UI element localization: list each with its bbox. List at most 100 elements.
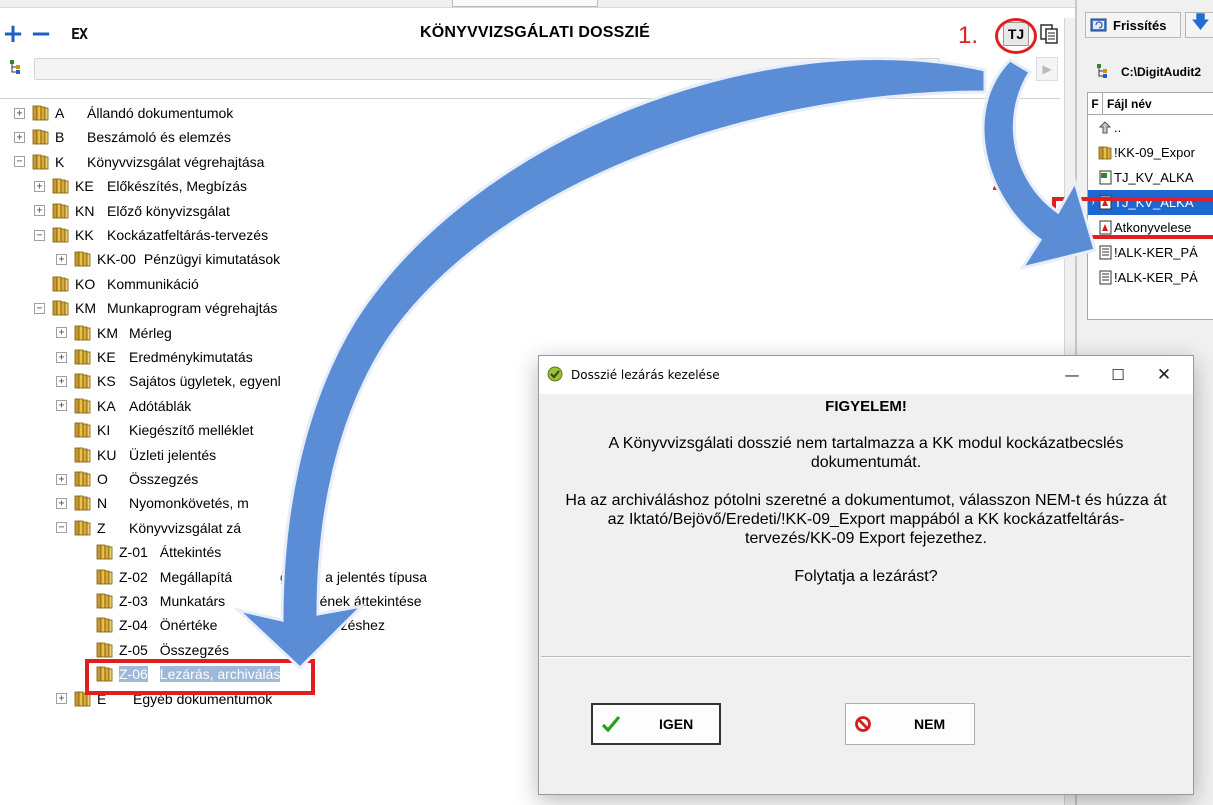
dialog-title: Dosszié lezárás kezelése	[571, 368, 720, 382]
tree-item[interactable]: + A Állandó dokumentumok	[14, 101, 233, 125]
splitter-strip[interactable]	[0, 0, 1075, 8]
tree-item[interactable]: + B Beszámoló és elemzés	[14, 125, 231, 149]
file-row[interactable]: ..	[1088, 115, 1213, 140]
tree-item[interactable]: + KN Előző könyvizsgálat	[34, 199, 230, 223]
collapse-icon[interactable]: −	[34, 302, 45, 314]
folder-icon	[96, 642, 113, 658]
tree-item[interactable]: − K Könyvvizsgálat végrehajtása	[14, 150, 264, 174]
refresh-button[interactable]: Frissítés	[1085, 12, 1181, 38]
tree-path-icon	[8, 58, 26, 76]
expand-all-button[interactable]: +	[2, 19, 24, 49]
tree-item[interactable]: Z-05 Összegzés	[78, 638, 229, 662]
collapse-icon[interactable]: −	[14, 156, 25, 168]
folder-icon	[96, 544, 113, 560]
message-line: A Könyvvizsgálati dosszié nem tartalmazz…	[608, 435, 1124, 452]
tree-item-label: Megállapítá	[159, 568, 233, 585]
file-row[interactable]: › TJ_KV_ALKA	[1088, 190, 1213, 215]
tree-path-icon	[1095, 62, 1113, 83]
expand-icon[interactable]: +	[34, 180, 45, 192]
expand-icon[interactable]: +	[34, 205, 45, 217]
tree-item-code: Z-04	[119, 617, 148, 634]
column-header-f[interactable]: F	[1088, 93, 1103, 115]
tree-item-code: O	[97, 471, 108, 487]
tree-item-code: KU	[97, 446, 117, 463]
dialog-question: Folytatja a lezárást?	[794, 568, 938, 585]
yes-label: IGEN	[659, 716, 694, 732]
pdf-icon	[1098, 195, 1113, 210]
path-go-button[interactable]: ▶	[1036, 57, 1058, 81]
download-arrow-icon[interactable]: 🡇	[1185, 12, 1213, 38]
tree-item[interactable]: + E Egyéb dokumentumok	[56, 687, 272, 711]
tree-item[interactable]: + KM Mérleg	[56, 321, 172, 345]
file-row[interactable]: TJ_KV_ALKA	[1088, 165, 1213, 190]
tree-item-label: Lezárás, archiválás	[159, 666, 281, 683]
folder-icon	[52, 300, 69, 316]
tree-item[interactable]: + KE Előkészítés, Megbízás	[34, 174, 247, 198]
message-line: tervezés/KK-09 Export fejezethez.	[745, 530, 987, 547]
folder-icon	[74, 325, 91, 341]
folder-icon	[96, 617, 113, 633]
step-1-annotation: 1.	[958, 22, 979, 49]
tree-item[interactable]: − KM Munkaprogram végrehajtás	[34, 296, 277, 320]
expand-icon[interactable]: +	[56, 327, 67, 339]
file-name: TJ_KV_ALKA	[1114, 195, 1194, 210]
copy-icon[interactable]	[1040, 24, 1058, 44]
tree-item[interactable]: Z-06 Lezárás, archiválás	[78, 662, 281, 686]
tree-item[interactable]: Z-03 Munkatárs	[78, 589, 225, 613]
expand-icon[interactable]: +	[56, 253, 67, 265]
maximize-button[interactable]: ☐	[1095, 356, 1141, 394]
collapse-all-button[interactable]: −	[30, 19, 52, 49]
expand-icon[interactable]: +	[56, 473, 67, 485]
tree-item-label: Kockázatfeltárás-tervezés	[107, 227, 269, 243]
tj-button[interactable]: TJ	[1003, 22, 1029, 46]
tree-item[interactable]: + KS Sajátos ügyletek, egyenl	[56, 369, 281, 393]
splitter-handle[interactable]	[452, 0, 598, 7]
tree-item[interactable]: Z-01 Áttekintés	[78, 540, 221, 564]
dialog-titlebar[interactable]: Dosszié lezárás kezelése — ☐ ✕	[539, 356, 1193, 394]
tree-item[interactable]: KU Üzleti jelentés	[56, 443, 216, 467]
minimize-button[interactable]: —	[1049, 356, 1095, 394]
file-list-header: F Fájl név	[1088, 93, 1213, 115]
folder-icon	[1098, 145, 1113, 160]
tree-item[interactable]: + KK-00 Pénzügyi kimutatások	[56, 247, 280, 271]
file-row[interactable]: !ALK-KER_PÁ	[1088, 265, 1213, 290]
file-row[interactable]: !KK-09_Expor	[1088, 140, 1213, 165]
folder-icon	[32, 105, 49, 121]
expand-icon[interactable]: +	[56, 375, 67, 387]
tree-item[interactable]: + N Nyomonkövetés, m	[56, 491, 249, 515]
file-row[interactable]: !ALK-KER_PÁ	[1088, 240, 1213, 265]
expand-icon[interactable]: +	[56, 497, 67, 509]
tree-item[interactable]: − KK Kockázatfeltárás-tervezés	[34, 223, 268, 247]
expand-icon[interactable]: +	[14, 107, 25, 119]
tree-item[interactable]: + O Összegzés	[56, 467, 198, 491]
path-field[interactable]	[34, 58, 940, 80]
no-button[interactable]: NEM	[845, 703, 975, 745]
tree-item[interactable]: + KA Adótáblák	[56, 394, 191, 418]
expand-icon[interactable]: +	[56, 693, 67, 705]
expand-icon[interactable]: +	[56, 351, 67, 363]
pdf-icon	[1098, 220, 1113, 235]
tree-item[interactable]: KO Kommunikáció	[34, 272, 199, 296]
expand-icon[interactable]: +	[14, 131, 25, 143]
tree-item[interactable]: − Z Könyvvizsgálat zá	[56, 516, 241, 540]
tree-label-fragment: ységének áttekintése	[290, 593, 422, 609]
tree-item[interactable]: + KE Eredménykimutatás	[56, 345, 253, 369]
tree-item[interactable]: KI Kiegészítő melléklet	[56, 418, 254, 442]
tree-item[interactable]: Z-02 Megállapítá	[78, 565, 232, 589]
file-name: Atkonyvelese	[1114, 220, 1192, 235]
expand-icon[interactable]: +	[56, 400, 67, 412]
tree-item-label: Egyéb dokumentumok	[133, 690, 273, 707]
tree-item-code: Z-06	[119, 666, 148, 683]
tree-item[interactable]: Z-04 Önértéke	[78, 613, 217, 637]
collapse-icon[interactable]: −	[56, 522, 67, 534]
no-label: NEM	[914, 716, 946, 732]
yes-button[interactable]: IGEN	[591, 703, 721, 745]
tree-item-code: Z-05	[119, 641, 148, 658]
tree-item-label: Áttekintés	[159, 544, 222, 561]
column-header-name[interactable]: Fájl név	[1103, 97, 1152, 111]
export-button[interactable]: EX	[66, 20, 92, 48]
collapse-icon[interactable]: −	[34, 229, 45, 241]
file-row[interactable]: Atkonyvelese	[1088, 215, 1213, 240]
tree-item-label: Beszámoló és elemzés	[87, 129, 231, 146]
close-button[interactable]: ✕	[1141, 356, 1187, 394]
